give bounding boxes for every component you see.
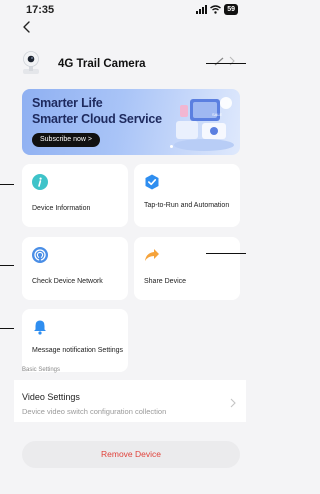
status-time: 17:35	[26, 4, 55, 16]
video-settings-row[interactable]: Video Settings Device video switch confi…	[14, 380, 246, 422]
annotation-leader-line	[206, 253, 246, 254]
checkmark-icon	[145, 174, 159, 190]
camera-icon	[20, 51, 42, 77]
card-label: Message notification Settings	[32, 347, 124, 354]
edit-icon[interactable]	[214, 55, 236, 67]
annotation-leader-line	[206, 63, 246, 64]
card-check-device-network[interactable]: Check Device Network	[22, 237, 128, 300]
carousel-dots	[170, 145, 173, 148]
info-icon	[32, 174, 48, 190]
card-label: Device Information	[32, 205, 91, 212]
share-icon	[145, 249, 159, 261]
system-icons: 59	[196, 4, 238, 15]
device-title: 4G Trail Camera	[58, 58, 146, 70]
sale-badge: SALE	[212, 112, 223, 117]
settings-title: Video Settings	[22, 392, 80, 402]
card-tap-to-run[interactable]: Tap-to-Run and Automation	[134, 164, 240, 227]
remove-device-button[interactable]: Remove Device	[22, 441, 240, 468]
device-header: 4G Trail Camera	[20, 48, 246, 80]
settings-description: Device video switch configuration collec…	[22, 407, 167, 416]
wifi-icon	[210, 5, 222, 14]
section-label: Basic Settings	[22, 367, 61, 373]
status-bar: 17:35 59	[0, 0, 246, 22]
chevron-right-icon	[230, 398, 236, 408]
battery-indicator: 59	[224, 4, 238, 15]
signal-icon	[196, 5, 208, 14]
card-label: Check Device Network	[32, 278, 103, 285]
subscribe-button[interactable]: Subscribe now >	[32, 133, 100, 147]
card-share-device[interactable]: Share Device	[134, 237, 240, 300]
banner-headline-1: Smarter Life	[32, 96, 103, 110]
card-device-information[interactable]: Device Information	[22, 164, 128, 227]
back-arrow-icon[interactable]	[20, 20, 34, 34]
card-label: Share Device	[144, 278, 187, 285]
cloud-devices-illustration: SALE	[174, 97, 234, 151]
annotation-leader-line	[0, 265, 14, 266]
card-message-notification[interactable]: Message notification Settings	[22, 309, 128, 372]
cloud-service-banner[interactable]: Smarter Life Smarter Cloud Service Subsc…	[22, 89, 240, 155]
card-label: Tap-to-Run and Automation	[144, 202, 230, 209]
annotation-leader-line	[0, 184, 14, 185]
annotation-leader-line	[0, 328, 14, 329]
banner-headline-2: Smarter Cloud Service	[32, 112, 162, 126]
bell-icon	[34, 320, 46, 335]
network-icon	[32, 247, 48, 263]
